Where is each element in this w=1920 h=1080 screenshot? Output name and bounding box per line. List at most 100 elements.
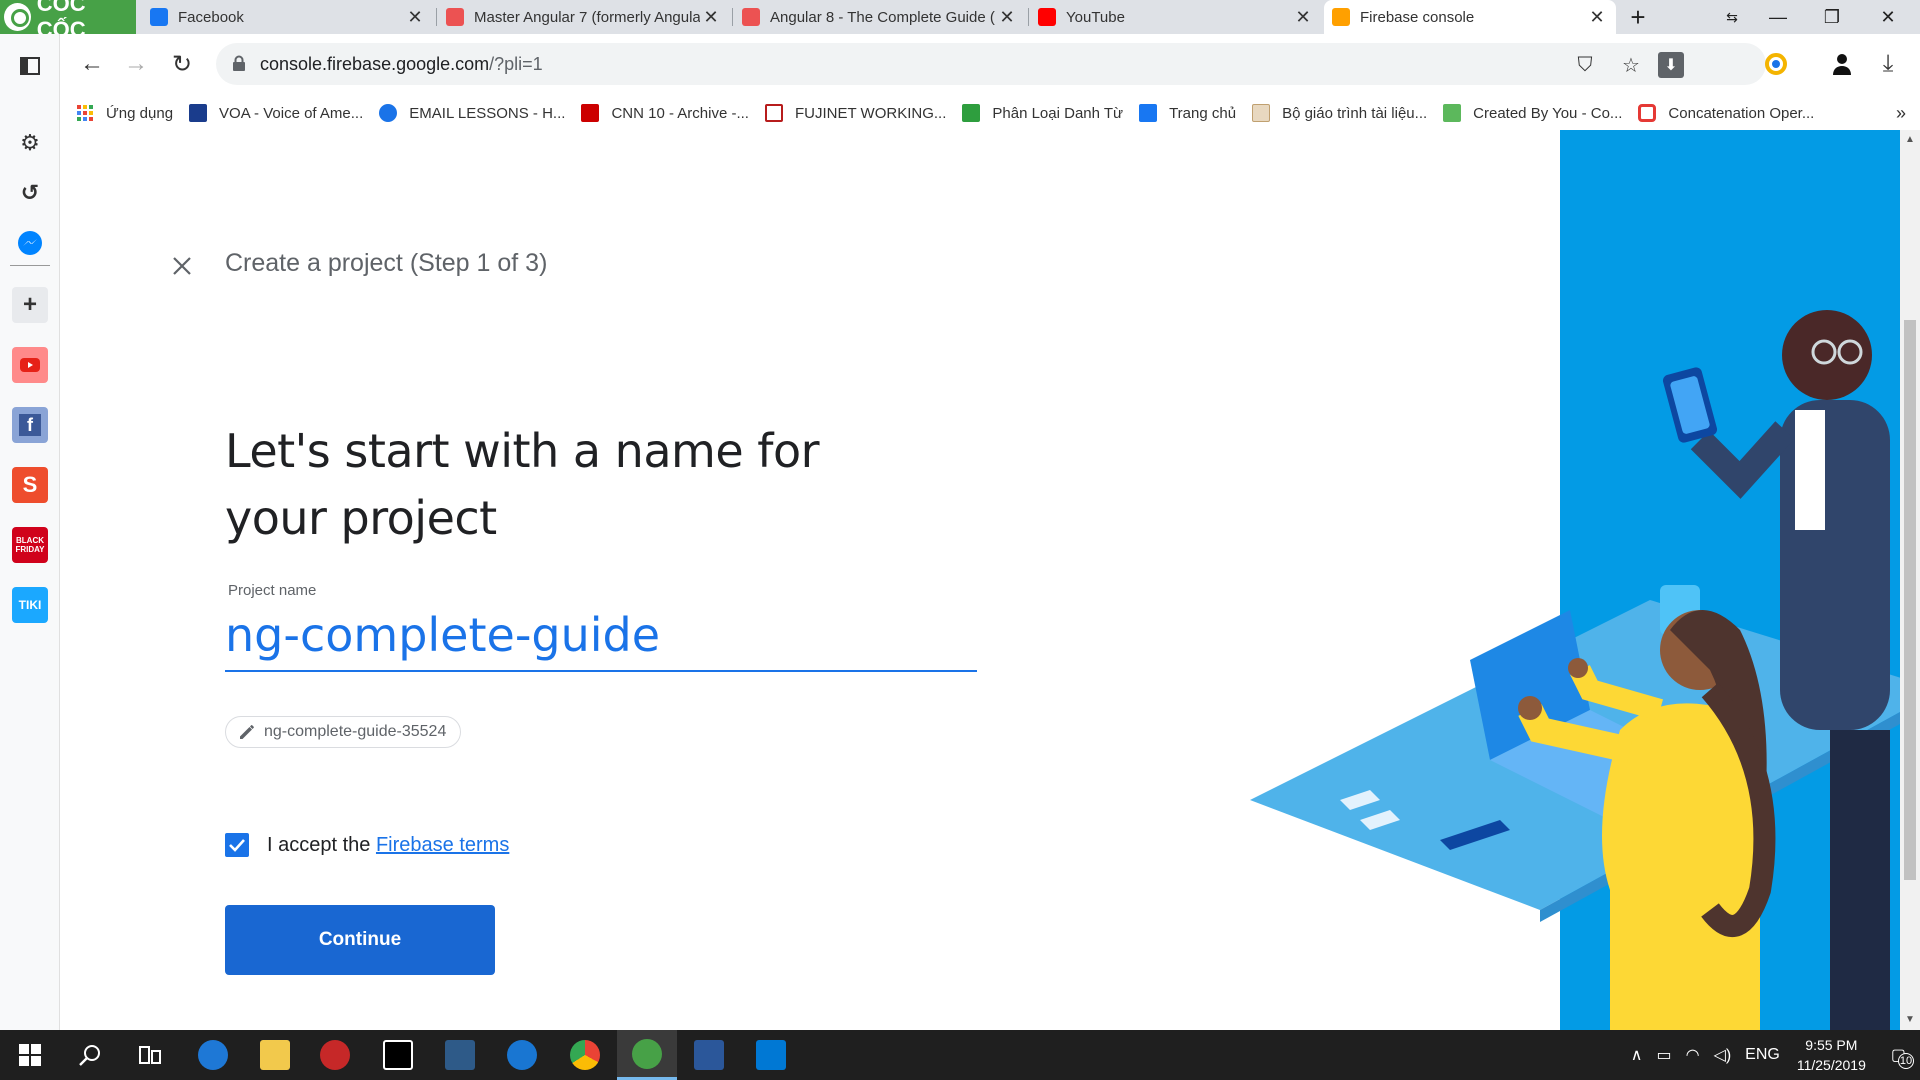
close-tab-icon[interactable]: ✕ xyxy=(996,6,1018,28)
shield-icon[interactable]: ⛉ xyxy=(1572,52,1598,78)
bookmark-created-by-you[interactable]: Created By You - Co... xyxy=(1443,104,1622,122)
address-bar[interactable]: console.firebase.google.com/?pli=1 ⛉ ☆ ⬇ xyxy=(216,43,1766,85)
close-tab-icon[interactable]: ✕ xyxy=(404,6,426,28)
scroll-down-icon[interactable]: ▼ xyxy=(1904,1014,1916,1026)
close-tab-icon[interactable]: ✕ xyxy=(700,6,722,28)
tab-strip: CỐC CỐC Facebook ✕ Master Angular 7 (for… xyxy=(0,0,1920,42)
created-icon xyxy=(1443,104,1462,122)
continue-button[interactable]: Continue xyxy=(225,905,495,975)
edge-icon[interactable] xyxy=(183,1030,243,1080)
bookmark-cnn[interactable]: CNN 10 - Archive -... xyxy=(581,104,749,122)
history-icon[interactable]: ↺ xyxy=(12,175,48,211)
firebase-create-project-page: Create a project (Step 1 of 3) Let's sta… xyxy=(60,130,1920,1030)
chevron-up-icon[interactable]: ∧ xyxy=(1631,1045,1643,1065)
battery-icon[interactable]: ▭ xyxy=(1656,1045,1671,1065)
tab-youtube[interactable]: YouTube ✕ xyxy=(1030,0,1322,34)
system-tray: ∧ ▭ ◠ ◁) ENG 9:55 PM 11/25/2019 ▢10 xyxy=(1624,1030,1920,1080)
notifications-icon[interactable]: ▢10 xyxy=(1891,1045,1914,1069)
settings-gear-icon[interactable]: ⚙ xyxy=(12,125,48,161)
sidebar-youtube[interactable] xyxy=(12,347,48,383)
bookmark-trang-chu[interactable]: Trang chủ xyxy=(1139,104,1236,122)
maps-icon[interactable] xyxy=(492,1030,552,1080)
minimize-button[interactable]: — xyxy=(1756,0,1800,34)
page-scrollbar[interactable]: ▲ ▼ xyxy=(1900,130,1920,1030)
sidebar-toggle-icon[interactable] xyxy=(12,48,48,84)
page-heading: Let's start with a name for your project xyxy=(225,424,820,545)
tab-firebase-console[interactable]: Firebase console ✕ xyxy=(1324,0,1616,34)
file-explorer-icon[interactable] xyxy=(245,1030,305,1080)
accept-terms-label: I accept the xyxy=(267,833,376,856)
game-app-icon[interactable] xyxy=(305,1030,365,1080)
volume-icon[interactable]: ◁) xyxy=(1714,1045,1732,1065)
close-tab-icon[interactable]: ✕ xyxy=(1586,6,1608,28)
accept-terms-checkbox[interactable] xyxy=(225,833,249,857)
download-page-icon[interactable]: ⬇ xyxy=(1658,52,1684,78)
tab-facebook[interactable]: Facebook ✕ xyxy=(142,0,434,34)
bookmark-fujinet[interactable]: FUJINET WORKING... xyxy=(764,104,946,122)
bookmark-email-lessons[interactable]: EMAIL LESSONS - H... xyxy=(379,104,565,122)
back-button[interactable]: ← xyxy=(74,46,110,82)
add-shortcut-icon[interactable]: + xyxy=(12,287,48,323)
bookmark-bo-giao-trinh[interactable]: Bộ giáo trình tài liệu... xyxy=(1252,104,1427,122)
extension-icon[interactable] xyxy=(1758,46,1794,82)
bookmarks-overflow-button[interactable]: » xyxy=(1896,103,1906,124)
checkmark-icon xyxy=(229,839,245,852)
h-icon xyxy=(962,104,981,122)
word-icon[interactable] xyxy=(679,1030,739,1080)
wifi-icon[interactable]: ◠ xyxy=(1686,1045,1700,1065)
coccoc-menu-button[interactable]: CỐC CỐC xyxy=(0,0,136,42)
coccoc-logo-icon xyxy=(4,3,31,31)
tab-separator xyxy=(1028,8,1029,26)
close-icon[interactable] xyxy=(164,248,200,284)
sidebar-black-friday[interactable]: BLACK FRIDAY xyxy=(12,527,48,563)
start-button[interactable] xyxy=(0,1030,60,1080)
coccoc-taskbar-icon[interactable] xyxy=(617,1030,677,1080)
maximize-button[interactable]: ❐ xyxy=(1810,0,1854,34)
language-indicator[interactable]: ENG xyxy=(1745,1046,1780,1064)
close-tab-icon[interactable]: ✕ xyxy=(1292,6,1314,28)
bookmark-concatenation[interactable]: Concatenation Oper... xyxy=(1638,104,1814,122)
sidebar-facebook[interactable]: f xyxy=(12,407,48,443)
star-icon[interactable]: ☆ xyxy=(1618,52,1644,78)
udemy-icon xyxy=(742,8,760,26)
vscode-icon[interactable] xyxy=(741,1030,801,1080)
tab-master-angular[interactable]: Master Angular 7 (formerly Angula ✕ xyxy=(438,0,730,34)
sidebar-divider xyxy=(10,265,50,266)
bookmark-label: Trang chủ xyxy=(1169,104,1237,122)
firebase-terms-link[interactable]: Firebase terms xyxy=(376,834,509,856)
clock[interactable]: 9:55 PM 11/25/2019 xyxy=(1797,1035,1866,1075)
mysql-workbench-icon[interactable] xyxy=(430,1030,490,1080)
search-icon[interactable] xyxy=(60,1030,120,1080)
bookmark-apps[interactable]: Ứng dụng xyxy=(76,104,173,122)
sidebar-tiki[interactable]: TIKI xyxy=(12,587,48,623)
profile-icon[interactable] xyxy=(1824,46,1860,82)
forward-button[interactable]: → xyxy=(118,46,154,82)
project-id-text: ng-complete-guide-35524 xyxy=(264,723,447,740)
step-title: Create a project (Step 1 of 3) xyxy=(225,249,548,277)
tab-search-icon[interactable]: ⇆ xyxy=(1710,0,1754,34)
project-name-input[interactable] xyxy=(225,600,977,672)
new-tab-button[interactable]: + xyxy=(1616,0,1660,34)
tab-title: Angular 8 - The Complete Guide ( xyxy=(770,8,995,26)
tab-title: Master Angular 7 (formerly Angula xyxy=(474,8,700,26)
facebook-icon: f xyxy=(19,414,41,436)
fjn-icon xyxy=(764,104,783,122)
reload-button[interactable]: ↻ xyxy=(164,46,200,82)
project-id-chip[interactable]: ng-complete-guide-35524 xyxy=(225,716,462,748)
tab-angular-8[interactable]: Angular 8 - The Complete Guide ( ✕ xyxy=(734,0,1026,34)
downloads-icon[interactable]: ⤓ xyxy=(1870,46,1906,82)
task-view-icon[interactable] xyxy=(120,1030,180,1080)
firebase-illustration xyxy=(1250,130,1920,1030)
scrollbar-thumb[interactable] xyxy=(1904,320,1916,880)
sidebar-shopee[interactable]: S xyxy=(12,467,48,503)
side-panel: ⚙ ↺ + f S BLACK FRIDAY TIKI xyxy=(0,34,60,1034)
bookmark-label: VOA - Voice of Ame... xyxy=(219,104,364,122)
bookmark-phan-loai[interactable]: Phân Loại Danh Từ xyxy=(962,104,1123,122)
messenger-icon[interactable] xyxy=(12,225,48,261)
close-window-button[interactable]: ✕ xyxy=(1866,0,1910,34)
intellij-icon[interactable] xyxy=(368,1030,428,1080)
scroll-up-icon[interactable]: ▲ xyxy=(1904,134,1916,146)
bookmark-voa[interactable]: VOA - Voice of Ame... xyxy=(189,104,363,122)
tab-title: Facebook xyxy=(178,8,244,26)
chrome-icon[interactable] xyxy=(555,1030,615,1080)
